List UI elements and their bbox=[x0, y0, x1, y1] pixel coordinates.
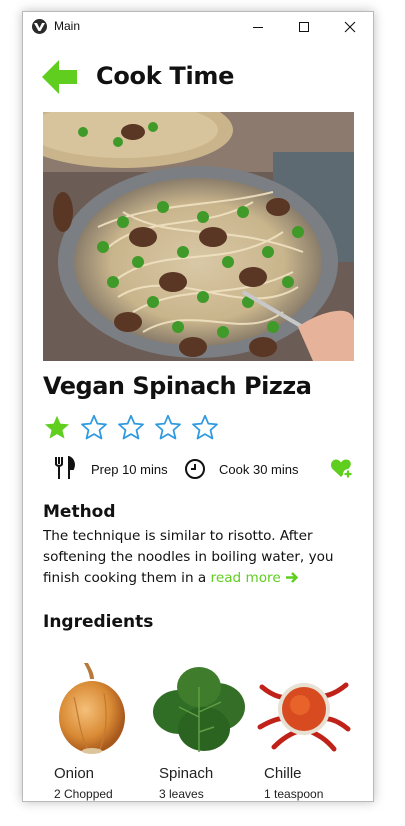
ingredient-card[interactable]: Chille 1 teaspoon bbox=[254, 657, 354, 801]
star-icon[interactable] bbox=[191, 414, 219, 442]
clock-icon bbox=[184, 458, 206, 484]
recipe-name: Vegan Spinach Pizza bbox=[43, 372, 312, 400]
star-icon[interactable] bbox=[154, 414, 182, 442]
star-icon[interactable] bbox=[43, 414, 71, 442]
app-window: Main Cook Time Vegan Spinach Pizza Prep … bbox=[22, 11, 374, 802]
cook-time: Cook 30 mins bbox=[219, 462, 299, 477]
prep-time: Prep 10 mins bbox=[91, 462, 168, 477]
recipe-photo bbox=[43, 112, 354, 361]
ingredient-name: Chille bbox=[264, 765, 302, 782]
ingredient-card[interactable]: Onion 2 Chopped bbox=[44, 657, 144, 801]
ingredients-heading: Ingredients bbox=[43, 612, 154, 632]
fork-knife-icon bbox=[54, 455, 76, 484]
onion-image bbox=[44, 657, 144, 757]
heart-add-icon[interactable] bbox=[330, 458, 354, 484]
recipe-meta: Prep 10 mins Cook 30 mins bbox=[43, 455, 358, 484]
arrow-right-icon[interactable] bbox=[285, 571, 299, 584]
star-icon[interactable] bbox=[117, 414, 145, 442]
app-icon bbox=[32, 19, 47, 34]
method-text: The technique is similar to risotto. Aft… bbox=[43, 526, 361, 589]
maximize-button[interactable] bbox=[281, 12, 327, 42]
read-more-link[interactable]: read more bbox=[211, 570, 281, 586]
star-icon[interactable] bbox=[80, 414, 108, 442]
ingredient-card[interactable]: Spinach 3 leaves bbox=[149, 657, 249, 801]
ingredient-qty: 1 teaspoon bbox=[264, 787, 324, 801]
chille-image bbox=[254, 657, 354, 757]
minimize-button[interactable] bbox=[235, 12, 281, 42]
window-title: Main bbox=[54, 19, 81, 33]
ingredient-name: Onion bbox=[54, 765, 95, 782]
spinach-image bbox=[149, 657, 249, 757]
back-arrow-icon[interactable] bbox=[42, 60, 78, 94]
method-heading: Method bbox=[43, 502, 116, 522]
ingredient-qty: 3 leaves bbox=[159, 787, 204, 801]
ingredient-qty: 2 Chopped bbox=[54, 787, 113, 801]
title-bar[interactable]: Main bbox=[23, 12, 373, 42]
page-title: Cook Time bbox=[96, 62, 235, 90]
close-button[interactable] bbox=[327, 12, 373, 42]
ingredient-name: Spinach bbox=[159, 765, 214, 782]
